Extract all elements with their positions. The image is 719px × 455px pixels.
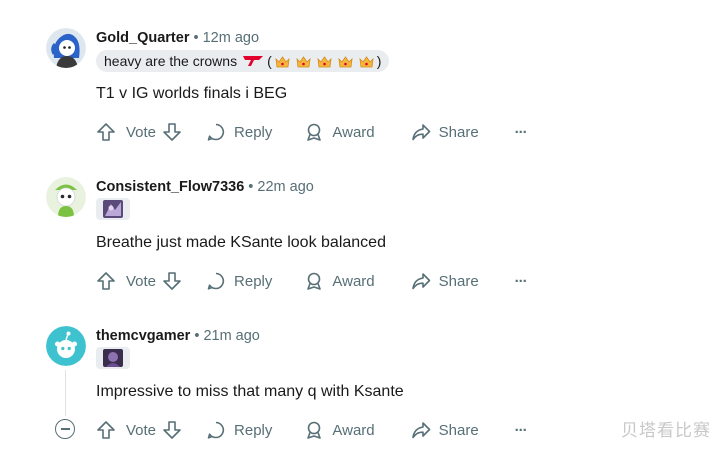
flair-text: heavy are the crowns — [104, 53, 238, 69]
separator: • — [193, 30, 199, 46]
timestamp: 22m ago — [257, 179, 314, 195]
downvote-icon — [163, 123, 181, 141]
comment-body: Impressive to miss that many q with Ksan… — [96, 383, 404, 400]
username[interactable]: Gold_Quarter • 12m ago — [96, 30, 259, 46]
award-icon — [307, 272, 322, 290]
comment-actions: Vote Reply Award Share ··· — [96, 117, 528, 147]
downvote-button[interactable] — [162, 122, 182, 142]
vote-label: Vote — [126, 272, 157, 290]
award-button[interactable]: Award — [304, 271, 375, 291]
timestamp: 21m ago — [203, 328, 260, 344]
award-icon — [307, 421, 322, 439]
downvote-button[interactable] — [162, 271, 182, 291]
collapse-thread-button[interactable] — [55, 419, 75, 439]
thread-line[interactable] — [65, 370, 66, 416]
share-icon — [411, 273, 430, 290]
share-button[interactable]: Share — [411, 420, 479, 440]
comment-body: Breathe just made KSante look balanced — [96, 234, 386, 251]
separator: • — [194, 328, 200, 344]
vote-label: Vote — [126, 421, 157, 439]
reply-button[interactable]: Reply — [206, 122, 272, 142]
watermark: 贝塔看比赛 — [621, 421, 711, 441]
upvote-button[interactable] — [96, 420, 116, 440]
user-flair — [96, 347, 130, 369]
reply-button[interactable]: Reply — [206, 420, 272, 440]
crown-icon — [275, 55, 290, 67]
reply-icon — [207, 123, 225, 141]
comment-actions: Vote Reply Award Share ··· — [96, 415, 528, 445]
avatar[interactable] — [46, 28, 86, 68]
username[interactable]: Consistent_Flow7336 • 22m ago — [96, 179, 314, 195]
reply-icon — [207, 421, 225, 439]
reply-label: Reply — [234, 123, 273, 141]
share-icon — [411, 422, 430, 439]
award-label: Award — [332, 123, 375, 141]
award-label: Award — [332, 272, 375, 290]
downvote-button[interactable] — [162, 420, 182, 440]
avatar[interactable] — [46, 177, 86, 217]
t1-logo-icon — [243, 56, 264, 66]
timestamp: 12m ago — [202, 30, 260, 46]
vote-label: Vote — [126, 123, 157, 141]
upvote-button[interactable] — [96, 271, 116, 291]
award-label: Award — [332, 421, 375, 439]
share-label: Share — [438, 123, 479, 141]
award-icon — [307, 123, 322, 141]
more-options-button[interactable]: ··· — [515, 273, 528, 290]
more-options-button[interactable]: ··· — [515, 422, 528, 439]
share-button[interactable]: Share — [411, 122, 479, 142]
user-flair: heavy are the crowns ( ) — [96, 50, 390, 72]
share-button[interactable]: Share — [411, 271, 479, 291]
comment-actions: Vote Reply Award Share ··· — [96, 266, 528, 296]
username[interactable]: themcvgamer • 21m ago — [96, 328, 260, 344]
upvote-button[interactable] — [96, 122, 116, 142]
share-label: Share — [438, 272, 479, 290]
reply-icon — [207, 272, 225, 290]
share-icon — [411, 124, 430, 141]
downvote-icon — [163, 272, 181, 290]
upvote-icon — [97, 123, 115, 141]
reply-label: Reply — [234, 421, 273, 439]
downvote-icon — [163, 421, 181, 439]
champion-portrait-icon — [103, 349, 123, 367]
reply-label: Reply — [234, 272, 273, 290]
crown-icon — [338, 55, 353, 67]
avatar[interactable] — [46, 326, 86, 366]
more-options-button[interactable]: ··· — [515, 124, 528, 141]
crown-icon — [359, 55, 374, 67]
user-flair — [96, 198, 130, 220]
award-button[interactable]: Award — [304, 122, 375, 142]
separator: • — [248, 179, 254, 195]
crown-icon — [317, 55, 332, 67]
award-button[interactable]: Award — [304, 420, 375, 440]
champion-portrait-icon — [103, 200, 123, 218]
upvote-icon — [97, 421, 115, 439]
upvote-icon — [97, 272, 115, 290]
share-label: Share — [438, 421, 479, 439]
comment-body: T1 v IG worlds finals i BEG — [96, 85, 288, 102]
reply-button[interactable]: Reply — [206, 271, 272, 291]
crown-icon — [296, 55, 311, 67]
